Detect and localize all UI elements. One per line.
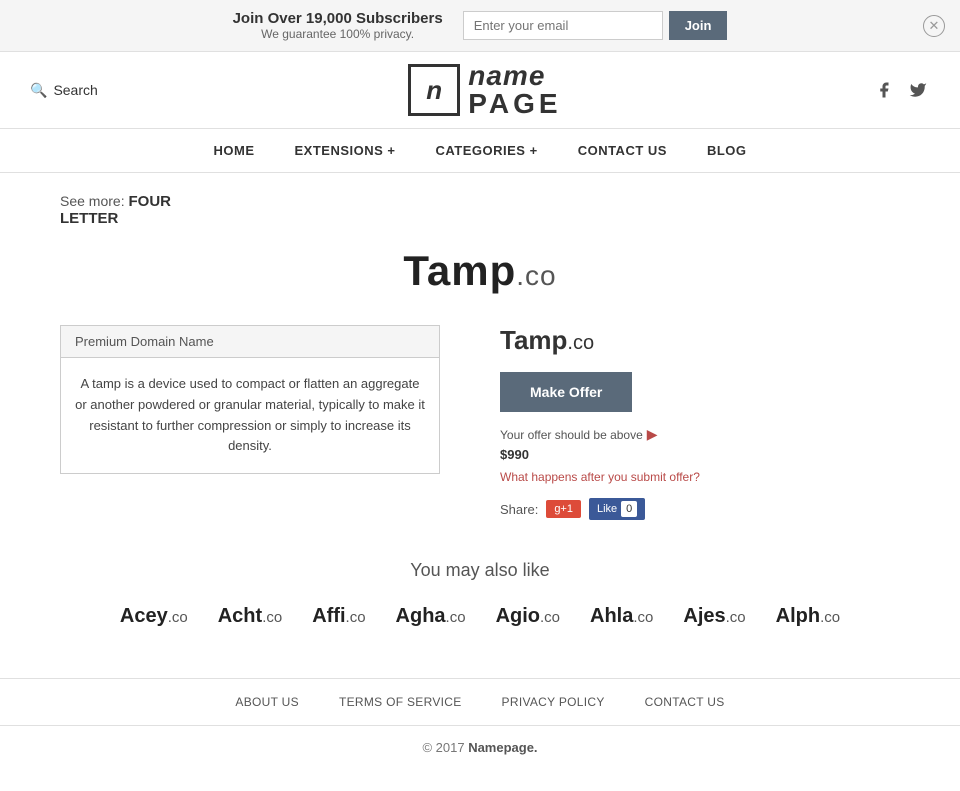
see-more-prefix: See more:: [60, 193, 125, 209]
search-icon: 🔍: [30, 82, 47, 99]
also-like-domain-item[interactable]: Alph.co: [776, 605, 840, 628]
main-nav: HOME EXTENSIONS + CATEGORIES + CONTACT U…: [0, 129, 960, 173]
domain-title: Tamp.co: [60, 247, 900, 295]
fb-like-label: Like: [597, 503, 617, 515]
banner-subtitle: We guarantee 100% privacy.: [233, 27, 443, 41]
site-logo[interactable]: n name PAGE: [408, 62, 561, 118]
banner-text: Join Over 19,000 Subscribers We guarante…: [233, 10, 443, 41]
logo-letter: n: [426, 75, 442, 106]
footer-copyright: © 2017 Namepage.: [0, 726, 960, 785]
also-like-domain-item[interactable]: Acey.co: [120, 605, 188, 628]
offer-section: Tamp.co Make Offer Your offer should be …: [500, 325, 780, 520]
logo-box: n: [408, 64, 460, 116]
footer-contact[interactable]: CONTACT US: [645, 695, 725, 709]
description-body: A tamp is a device used to compact or fl…: [61, 358, 439, 473]
offer-domain-name: Tamp: [500, 325, 567, 355]
nav-contact[interactable]: CONTACT US: [578, 143, 667, 158]
offer-tld: .co: [567, 332, 594, 354]
nav-home[interactable]: HOME: [213, 143, 254, 158]
header: 🔍 Search n name PAGE: [0, 52, 960, 129]
offer-domain-title: Tamp.co: [500, 325, 780, 356]
domain-section: Premium Domain Name A tamp is a device u…: [60, 325, 900, 520]
offer-info-label: Your offer should be above: [500, 428, 643, 442]
footer-terms[interactable]: TERMS OF SERVICE: [339, 695, 462, 709]
domain-tld-display: .co: [516, 260, 556, 291]
logo-name: name: [468, 62, 561, 90]
see-more-section: See more: FOURLETTER: [60, 193, 900, 227]
description-header: Premium Domain Name: [61, 326, 439, 358]
nav-blog[interactable]: BLOG: [707, 143, 747, 158]
offer-arrow-icon: ▶: [647, 426, 658, 443]
also-like-domain-item[interactable]: Affi.co: [312, 605, 365, 628]
join-button[interactable]: Join: [669, 11, 728, 40]
copyright-link[interactable]: Namepage.: [468, 740, 537, 755]
also-like-domain-item[interactable]: Ajes.co: [683, 605, 745, 628]
footer-privacy[interactable]: PRIVACY POLICY: [502, 695, 605, 709]
footer-about[interactable]: ABOUT US: [235, 695, 299, 709]
offer-info-text: Your offer should be above ▶: [500, 426, 780, 443]
share-row: Share: g+1 Like 0: [500, 498, 780, 520]
description-box: Premium Domain Name A tamp is a device u…: [60, 325, 440, 474]
main-content: See more: FOURLETTER Tamp.co Premium Dom…: [30, 173, 930, 678]
gplus-button[interactable]: g+1: [546, 500, 581, 518]
offer-faq-link[interactable]: What happens after you submit offer?: [500, 470, 780, 484]
logo-page: PAGE: [468, 90, 561, 118]
make-offer-button[interactable]: Make Offer: [500, 372, 632, 412]
facebook-like-button[interactable]: Like 0: [589, 498, 645, 520]
copyright-year: © 2017: [422, 740, 464, 755]
also-like-title: You may also like: [60, 560, 900, 581]
share-label: Share:: [500, 502, 538, 517]
also-like-domains: Acey.co Acht.co Affi.co Agha.co Agio.co Ahla.…: [60, 605, 900, 628]
banner-form: Join: [463, 11, 728, 40]
twitter-icon[interactable]: [906, 78, 930, 102]
facebook-icon[interactable]: [872, 78, 896, 102]
footer-links: ABOUT US TERMS OF SERVICE PRIVACY POLICY…: [0, 678, 960, 726]
banner-title: Join Over 19,000 Subscribers: [233, 10, 443, 27]
also-like-domain-item[interactable]: Agio.co: [496, 605, 560, 628]
domain-name-display: Tamp.co: [403, 247, 556, 294]
search-button[interactable]: 🔍 Search: [30, 82, 98, 99]
also-like-domain-item[interactable]: Ahla.co: [590, 605, 653, 628]
social-links: [872, 78, 930, 102]
search-label: Search: [53, 82, 97, 98]
nav-extensions[interactable]: EXTENSIONS +: [294, 143, 395, 158]
nav-categories[interactable]: CATEGORIES +: [435, 143, 537, 158]
logo-text: name PAGE: [468, 62, 561, 118]
domain-main: Tamp: [403, 247, 516, 294]
close-banner-button[interactable]: ✕: [923, 15, 945, 37]
fb-count: 0: [621, 501, 637, 517]
also-like-domain-item[interactable]: Acht.co: [218, 605, 282, 628]
also-like-section: You may also like Acey.coAcht.coAffi.coA…: [60, 560, 900, 628]
offer-price: $990: [500, 447, 780, 462]
top-banner: Join Over 19,000 Subscribers We guarante…: [0, 0, 960, 52]
email-input[interactable]: [463, 11, 663, 40]
also-like-domain-item[interactable]: Agha.co: [396, 605, 466, 628]
